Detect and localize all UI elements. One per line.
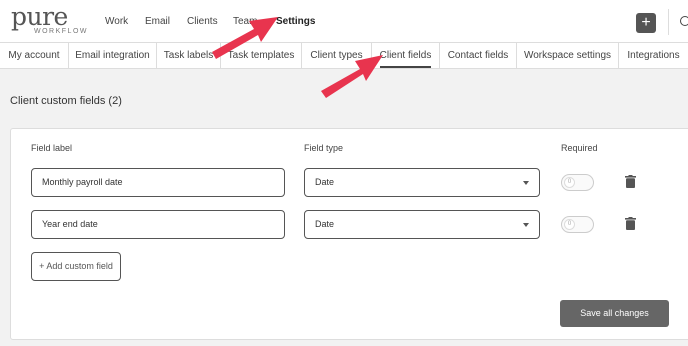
required-toggle[interactable]: 0 [561, 216, 594, 233]
brand-logo[interactable]: pure WORKFLOW [11, 2, 91, 38]
search-icon[interactable] [680, 16, 688, 26]
field-label-input[interactable]: Year end date [31, 210, 285, 239]
chevron-down-icon [523, 223, 529, 227]
tab-integrations[interactable]: Integrations [619, 43, 688, 68]
top-bar: pure WORKFLOW Work Email Clients Team Se… [0, 0, 688, 42]
field-label-input[interactable]: Monthly payroll date [31, 168, 285, 197]
chevron-down-icon [523, 181, 529, 185]
add-new-button[interactable]: + [636, 13, 656, 33]
field-type-select[interactable]: Date [304, 168, 540, 197]
annotation-arrow-icon [212, 17, 278, 59]
nav-email[interactable]: Email [145, 16, 170, 27]
tab-contact-fields[interactable]: Contact fields [440, 43, 517, 68]
field-type-value: Date [315, 177, 335, 187]
header-divider [668, 9, 669, 35]
toggle-knob: 0 [564, 219, 575, 230]
column-header-required: Required [561, 143, 598, 153]
tab-workspace-settings[interactable]: Workspace settings [517, 43, 619, 68]
field-type-select[interactable]: Date [304, 210, 540, 239]
column-header-label: Field label [31, 143, 73, 153]
field-type-value: Date [315, 219, 335, 229]
nav-work[interactable]: Work [105, 16, 128, 27]
annotation-arrow-icon [321, 55, 383, 98]
trash-icon[interactable] [625, 217, 636, 230]
add-custom-field-button[interactable]: + Add custom field [31, 252, 121, 281]
required-toggle[interactable]: 0 [561, 174, 594, 191]
toggle-knob: 0 [564, 177, 575, 188]
tab-email-integration[interactable]: Email integration [69, 43, 157, 68]
column-header-type: Field type [304, 143, 344, 153]
tab-my-account[interactable]: My account [0, 43, 69, 68]
save-all-changes-button[interactable]: Save all changes [560, 300, 669, 327]
nav-settings[interactable]: Settings [276, 16, 315, 27]
brand-name: pure [11, 2, 68, 31]
brand-tagline: WORKFLOW [34, 28, 88, 35]
page-title: Client custom fields (2) [10, 95, 122, 107]
trash-icon[interactable] [625, 175, 636, 188]
